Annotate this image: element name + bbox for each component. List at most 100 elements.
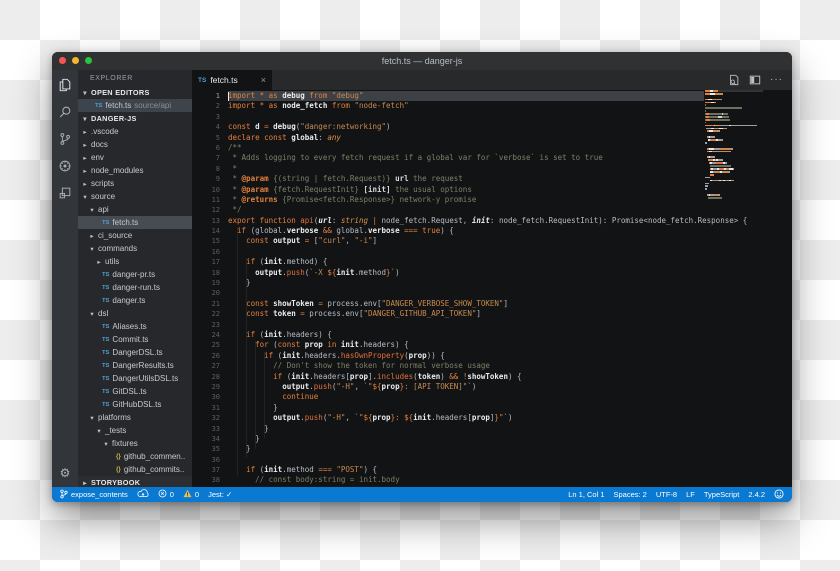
code-line[interactable]: 13 export function api(url: string | node… — [192, 216, 792, 226]
code-line[interactable]: 14 if (global.verbose && global.verbose … — [192, 226, 792, 236]
tab-fetch-ts[interactable]: TS fetch.ts × — [192, 70, 272, 90]
tree-item-danger-run-ts[interactable]: TS danger-run.ts — [78, 281, 192, 294]
window-titlebar[interactable]: fetch.ts — danger-js — [52, 52, 792, 70]
code-line[interactable]: 37 if (init.method === "POST") { — [192, 465, 792, 475]
tree-item-danger-pr-ts[interactable]: TS danger-pr.ts — [78, 268, 192, 281]
tree-item-fixtures[interactable]: ▾ fixtures — [78, 437, 192, 450]
code-line[interactable]: 35 } — [192, 444, 792, 454]
status-item-spaces-2[interactable]: Spaces: 2 — [614, 490, 647, 499]
status-item-jest-[interactable]: Jest: ✓ — [208, 490, 232, 499]
code-line[interactable]: 30 continue — [192, 392, 792, 402]
minimize-window-button[interactable] — [72, 57, 79, 64]
tree-item-dsl[interactable]: ▾ dsl — [78, 307, 192, 320]
status-item-ln-1-col-1[interactable]: Ln 1, Col 1 — [568, 490, 604, 499]
tree-item-scripts[interactable]: ▸ scripts — [78, 177, 192, 190]
code-line[interactable]: 7 * Adds logging to every fetch request … — [192, 153, 792, 163]
code-line[interactable]: 38 // const body:string = init.body — [192, 475, 792, 485]
status-item-utf-8[interactable]: UTF-8 — [656, 490, 677, 499]
tree-item-node-modules[interactable]: ▸ node_modules — [78, 164, 192, 177]
search-icon[interactable] — [58, 105, 72, 119]
status-item-0[interactable]: 0 — [158, 489, 174, 500]
status-item-smiley[interactable] — [774, 488, 784, 501]
code-line[interactable]: 36 — [192, 455, 792, 465]
code-line[interactable]: 23 — [192, 320, 792, 330]
code-line[interactable]: 29 output.push("-H", `"${prop}: [API TOK… — [192, 382, 792, 392]
code-line[interactable]: 19 } — [192, 278, 792, 288]
code-line[interactable]: 33 } — [192, 424, 792, 434]
tree-item-docs[interactable]: ▸ docs — [78, 138, 192, 151]
code-line[interactable]: 12 */ — [192, 205, 792, 215]
code-line[interactable]: 26 if (init.headers.hasOwnProperty(prop)… — [192, 351, 792, 361]
tree-item-github-commen-[interactable]: {} github_commen.. — [78, 450, 192, 463]
code-line[interactable]: 2 import * as node_fetch from "node-fetch… — [192, 101, 792, 111]
code-line[interactable]: 25 for (const prop in init.headers) { — [192, 340, 792, 350]
code-editor[interactable]: 1 import * as debug from "debug" 2 import *… — [192, 90, 792, 487]
status-item-cloud-upload[interactable] — [137, 489, 149, 500]
tree-item-platforms[interactable]: ▾ platforms — [78, 411, 192, 424]
split-editor-icon[interactable] — [749, 74, 761, 86]
open-editor-item-fetch-ts[interactable]: TS fetch.ts source/api — [78, 99, 192, 112]
tree-item-gitdsl-ts[interactable]: TS GitDSL.ts — [78, 385, 192, 398]
tree-item--tests[interactable]: ▾ _tests — [78, 424, 192, 437]
status-item-expose-contents[interactable]: expose_contents — [60, 489, 128, 501]
code-line[interactable]: 21 const showToken = process.env["DANGER… — [192, 299, 792, 309]
tree-item-env[interactable]: ▸ env — [78, 151, 192, 164]
more-actions-icon[interactable]: ··· — [770, 75, 783, 85]
status-item-0[interactable]: 0 — [183, 489, 199, 500]
code-line[interactable]: 6 /** — [192, 143, 792, 153]
code-line[interactable]: 28 if (init.headers[prop].includes(token… — [192, 372, 792, 382]
tree-item-commit-ts[interactable]: TS Commit.ts — [78, 333, 192, 346]
open-preview-icon[interactable] — [728, 74, 740, 86]
extensions-icon[interactable] — [58, 186, 72, 200]
storybook-section-header[interactable]: ▸ STORYBOOK — [78, 476, 192, 487]
tree-item-commands[interactable]: ▾ commands — [78, 242, 192, 255]
tree-item-aliases-ts[interactable]: TS Aliases.ts — [78, 320, 192, 333]
settings-gear-icon[interactable]: ⚙ — [60, 467, 71, 479]
code-line[interactable]: 24 if (init.headers) { — [192, 330, 792, 340]
code-line[interactable]: 5 declare const global: any — [192, 133, 792, 143]
code-line[interactable]: 32 output.push("-H", `"${prop}: ${init.h… — [192, 413, 792, 423]
code-line[interactable]: 11 * @returns {Promise<fetch.Response>} … — [192, 195, 792, 205]
tree-item-fetch-ts[interactable]: TS fetch.ts — [78, 216, 192, 229]
code-line[interactable]: 16 — [192, 247, 792, 257]
code-line[interactable]: 20 — [192, 288, 792, 298]
code-line[interactable]: 27 // Don't show the token for normal ve… — [192, 361, 792, 371]
tree-item-dangerdsl-ts[interactable]: TS DangerDSL.ts — [78, 346, 192, 359]
tree-item--vscode[interactable]: ▸ .vscode — [78, 125, 192, 138]
status-item-2-4-2[interactable]: 2.4.2 — [748, 490, 765, 499]
code-line[interactable]: 9 * @param {(string | fetch.Request)} ur… — [192, 174, 792, 184]
tree-item-api[interactable]: ▾ api — [78, 203, 192, 216]
project-header[interactable]: ▾ DANGER-JS — [78, 112, 192, 125]
tree-item-dangerresults-ts[interactable]: TS DangerResults.ts — [78, 359, 192, 372]
code-line[interactable]: 4 const d = debug("danger:networking") — [192, 122, 792, 132]
tree-item-ci-source[interactable]: ▸ ci_source — [78, 229, 192, 242]
code-line[interactable]: 1 import * as debug from "debug" — [192, 91, 792, 102]
debug-icon[interactable] — [58, 159, 72, 173]
tree-item-github-commits-[interactable]: {} github_commits.. — [78, 463, 192, 476]
tree-item-source[interactable]: ▾ source — [78, 190, 192, 203]
open-editors-header[interactable]: ▾ OPEN EDITORS — [78, 86, 192, 99]
tree-item-githubdsl-ts[interactable]: TS GitHubDSL.ts — [78, 398, 192, 411]
code-line[interactable]: 10 * @param {fetch.RequestInit} [init] t… — [192, 185, 792, 195]
close-window-button[interactable] — [59, 57, 66, 64]
zoom-window-button[interactable] — [85, 57, 92, 64]
close-tab-icon[interactable]: × — [261, 75, 266, 85]
code-line[interactable]: 3 — [192, 112, 792, 122]
tree-item-dangerutilsdsl-ts[interactable]: TS DangerUtilsDSL.ts — [78, 372, 192, 385]
explorer-icon[interactable] — [58, 78, 72, 92]
minimap[interactable] — [705, 90, 763, 200]
status-item-typescript[interactable]: TypeScript — [704, 490, 739, 499]
code-text: * @param {(string | fetch.Request)} url … — [228, 174, 463, 184]
code-line[interactable]: 34 } — [192, 434, 792, 444]
source-control-icon[interactable] — [58, 132, 72, 146]
code-line[interactable]: 22 const token = process.env["DANGER_GIT… — [192, 309, 792, 319]
code-line[interactable]: 31 } — [192, 403, 792, 413]
tree-item-utils[interactable]: ▸ utils — [78, 255, 192, 268]
code-line[interactable]: 18 output.push(`-X ${init.method}`) — [192, 268, 792, 278]
code-line[interactable]: 15 const output = ["curl", "-i"] — [192, 236, 792, 246]
tree-item-danger-ts[interactable]: TS danger.ts — [78, 294, 192, 307]
code-line[interactable]: 17 if (init.method) { — [192, 257, 792, 267]
code-line[interactable]: 8 * — [192, 164, 792, 174]
code-text: const showToken = process.env["DANGER_VE… — [246, 298, 508, 308]
status-item-lf[interactable]: LF — [686, 490, 695, 499]
